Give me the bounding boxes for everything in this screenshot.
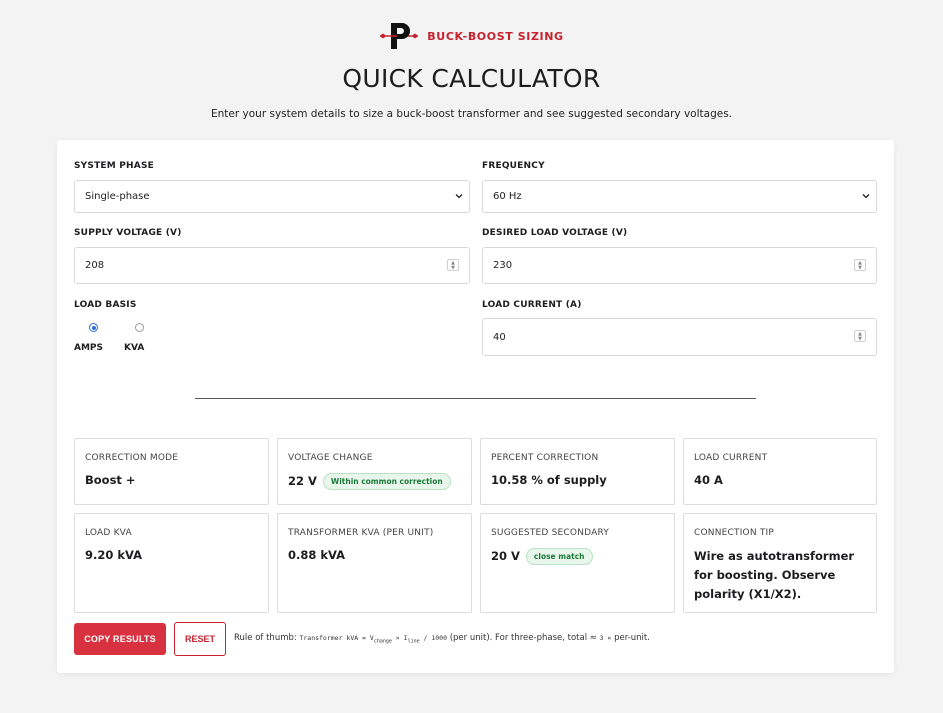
- rule-middle: (per unit). For three-phase, total ≈: [449, 633, 597, 643]
- result-label: CORRECTION MODE: [85, 453, 179, 463]
- rule-prefix: Rule of thumb:: [234, 633, 297, 643]
- number-stepper-icon[interactable]: ▲ ▼: [447, 259, 459, 271]
- calculator-card: SYSTEM PHASE Single-phase FREQUENCY 60 H…: [57, 140, 894, 673]
- supply-voltage-value: 208: [85, 260, 105, 271]
- result-label: PERCENT CORRECTION: [491, 453, 599, 463]
- result-label: LOAD KVA: [85, 528, 132, 538]
- number-stepper-icon[interactable]: ▲ ▼: [854, 330, 866, 342]
- desired-load-voltage-value: 230: [493, 260, 513, 271]
- chevron-down-icon: [862, 194, 870, 199]
- formula-part: ×: [395, 634, 400, 642]
- brand-name: BUCK-BOOST SIZING: [427, 29, 564, 43]
- result-voltage-change: VOLTAGE CHANGE 22 V Within common correct…: [277, 438, 472, 505]
- formula-subscript: line: [407, 638, 420, 645]
- formula-subscript: change: [373, 638, 392, 645]
- reset-button[interactable]: RESET: [174, 622, 226, 656]
- desired-load-voltage-input[interactable]: 230 ▲ ▼: [482, 247, 877, 284]
- result-transformer-kva: TRANSFORMER KVA (PER UNIT) 0.88 kVA: [277, 513, 472, 613]
- result-correction-mode: CORRECTION MODE Boost +: [74, 438, 269, 505]
- chevron-down-icon: [455, 194, 463, 199]
- result-value: 40 A: [694, 473, 723, 487]
- load-current-value: 40: [493, 331, 506, 343]
- supply-voltage-input[interactable]: 208 ▲ ▼: [74, 247, 470, 284]
- section-divider: [195, 398, 756, 399]
- supply-voltage-label: SUPPLY VOLTAGE (V): [74, 228, 182, 238]
- page-subtitle: Enter your system details to size a buck…: [211, 108, 732, 120]
- rule-suffix: per-unit.: [614, 633, 650, 643]
- brand-header: BUCK-BOOST SIZING: [0, 20, 943, 52]
- rule-of-thumb-note: Rule of thumb: Transformer kVA = Vchange…: [234, 633, 650, 644]
- result-label: VOLTAGE CHANGE: [288, 453, 373, 463]
- page-title: QUICK CALCULATOR: [342, 64, 601, 93]
- result-value: 10.58 % of supply: [491, 473, 607, 487]
- formula-part: Transformer kVA = V: [299, 634, 374, 642]
- result-value: Wire as autotransformer for boosting. Ob…: [694, 549, 855, 601]
- number-stepper-icon[interactable]: ▲ ▼: [854, 259, 866, 271]
- result-suggested-secondary: SUGGESTED SECONDARY 20 V close match: [480, 513, 675, 613]
- result-value: 20 V: [491, 549, 520, 563]
- load-basis-kva-radio[interactable]: [135, 323, 144, 332]
- load-current-input[interactable]: 40 ▲ ▼: [482, 318, 877, 356]
- result-label: TRANSFORMER KVA (PER UNIT): [288, 528, 434, 538]
- copy-results-button[interactable]: COPY RESULTS: [74, 623, 166, 655]
- result-label: SUGGESTED SECONDARY: [491, 528, 610, 538]
- status-badge: close match: [525, 548, 593, 565]
- load-basis-label: LOAD BASIS: [74, 300, 137, 310]
- result-connection-tip: CONNECTION TIP Wire as autotransformer f…: [683, 513, 877, 613]
- status-badge: Within common correction: [322, 473, 451, 490]
- rule-factor: 3 ×: [599, 634, 612, 642]
- system-phase-select[interactable]: Single-phase: [74, 180, 470, 213]
- result-value: 22 V: [288, 474, 317, 488]
- desired-load-voltage-label: DESIRED LOAD VOLTAGE (V): [482, 228, 628, 238]
- frequency-label: FREQUENCY: [482, 161, 545, 171]
- result-load-current: LOAD CURRENT 40 A: [683, 438, 877, 505]
- result-label: CONNECTION TIP: [694, 528, 775, 538]
- frequency-value: 60 Hz: [493, 191, 522, 202]
- frequency-select[interactable]: 60 Hz: [482, 180, 877, 213]
- load-current-label: LOAD CURRENT (A): [482, 300, 582, 310]
- system-phase-label: SYSTEM PHASE: [74, 161, 154, 171]
- load-basis-amps-radio[interactable]: [89, 323, 98, 332]
- result-value: 9.20 kVA: [85, 548, 143, 562]
- system-phase-value: Single-phase: [85, 191, 150, 202]
- brand-logo-icon: [380, 23, 419, 49]
- result-value-wrap: 20 V close match: [491, 548, 593, 565]
- result-value: 0.88 kVA: [288, 548, 346, 562]
- result-label: LOAD CURRENT: [694, 453, 768, 463]
- rule-formula: Transformer kVA = Vchange × Iline / 1000: [299, 634, 448, 645]
- formula-part: / 1000: [423, 634, 448, 642]
- result-percent-correction: PERCENT CORRECTION 10.58 % of supply: [480, 438, 675, 505]
- result-load-kva: LOAD KVA 9.20 kVA: [74, 513, 269, 613]
- load-basis-amps-label[interactable]: AMPS: [74, 343, 103, 353]
- result-value-wrap: 22 V Within common correction: [288, 473, 451, 490]
- load-basis-kva-label[interactable]: KVA: [124, 343, 144, 353]
- result-value: Boost +: [85, 473, 136, 487]
